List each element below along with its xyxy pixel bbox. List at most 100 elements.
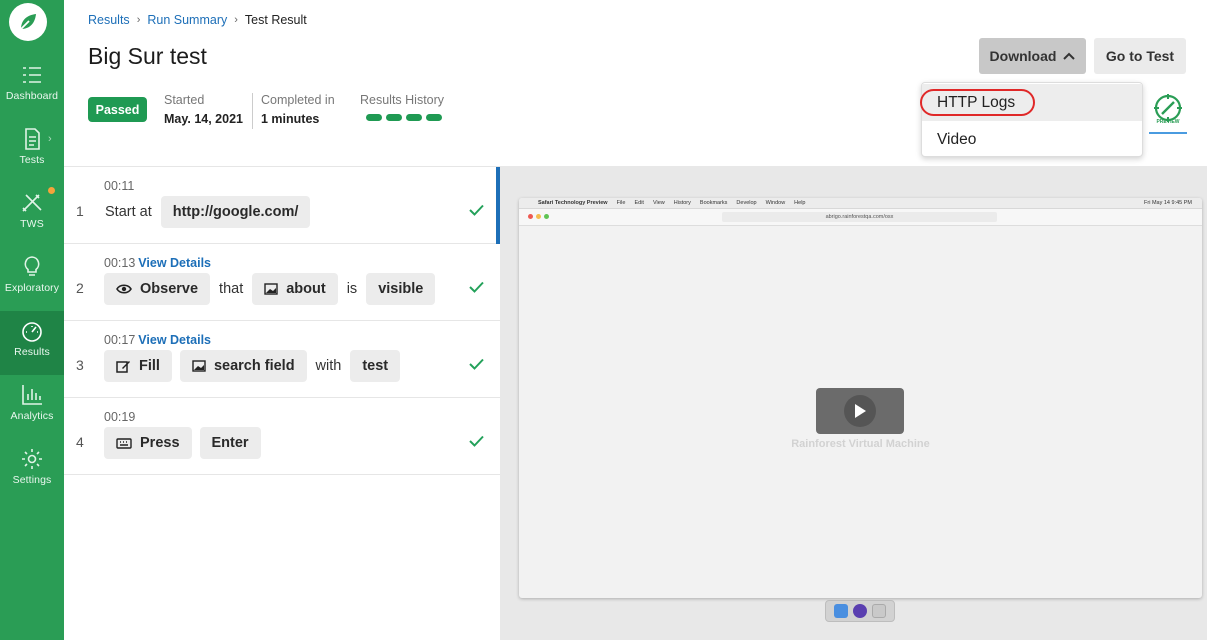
download-button[interactable]: Download xyxy=(979,38,1086,74)
started-value: May. 14, 2021 xyxy=(164,112,243,126)
step-timestamp: 00:19 xyxy=(104,410,136,424)
play-icon xyxy=(844,395,876,427)
download-label: Download xyxy=(989,48,1057,64)
step-chip[interactable]: http://google.com/ xyxy=(160,196,311,228)
breadcrumb-run-summary[interactable]: Run Summary xyxy=(147,13,227,27)
step-chip[interactable]: test xyxy=(350,350,401,382)
go-to-test-button[interactable]: Go to Test xyxy=(1094,38,1186,74)
history-run-dot[interactable] xyxy=(366,114,382,121)
started-label: Started xyxy=(164,93,205,107)
sidebar-item-analytics[interactable]: Analytics xyxy=(0,375,64,439)
sidebar-item-tests[interactable]: Tests xyxy=(0,119,64,183)
step-chip-label: about xyxy=(286,281,326,297)
sidebar-item-label: Exploratory xyxy=(4,282,60,294)
view-details-link[interactable]: View Details xyxy=(138,256,211,270)
step-chip-label: Fill xyxy=(139,358,160,374)
history-run-dot[interactable] xyxy=(386,114,402,121)
image-icon xyxy=(192,360,206,372)
document-icon xyxy=(25,128,40,150)
step-row[interactable]: 3 00:17 View Details Fill search field with te… xyxy=(64,321,500,398)
sidebar-item-label: Settings xyxy=(12,474,52,486)
mac-menu-item: History xyxy=(673,200,691,206)
edit-icon xyxy=(116,359,131,373)
menu-item-video[interactable]: Video xyxy=(922,121,1142,158)
step-chip[interactable]: visible xyxy=(366,273,436,305)
sidebar-item-label: Dashboard xyxy=(5,90,59,102)
mac-menu-item: Help xyxy=(794,200,806,206)
sidebar-item-exploratory[interactable]: Exploratory xyxy=(0,247,64,311)
divider xyxy=(252,93,253,129)
page-title: Big Sur test xyxy=(88,43,207,69)
gear-icon xyxy=(22,449,42,469)
completed-meta: Completed in 1 minutes xyxy=(261,93,335,126)
dashboard-icon xyxy=(23,67,41,83)
step-row[interactable]: 1 00:11 Start at http://google.com/ xyxy=(64,167,500,244)
step-chip-label: visible xyxy=(378,281,424,297)
step-timestamp: 00:11 xyxy=(104,179,135,193)
step-chip[interactable]: search field xyxy=(179,350,307,382)
chevron-right-icon[interactable]: › xyxy=(48,133,52,145)
finder-icon xyxy=(834,604,848,618)
results-history-label: Results History xyxy=(360,93,445,107)
step-chip[interactable]: Enter xyxy=(199,427,261,459)
view-details-link[interactable]: View Details xyxy=(138,333,211,347)
mac-menu-item: View xyxy=(652,200,665,206)
tws-icon xyxy=(22,194,42,212)
step-time: 00:13 View Details xyxy=(104,256,211,270)
step-chip[interactable]: about xyxy=(252,273,338,305)
sidebar-item-label: Analytics xyxy=(10,410,54,422)
bar-chart-icon xyxy=(22,385,42,405)
sidebar-item-label: TWS xyxy=(20,218,44,230)
completed-label: Completed in xyxy=(261,93,335,107)
gauge-icon xyxy=(22,322,42,342)
lightbulb-icon xyxy=(24,256,40,276)
step-row[interactable]: 2 00:13 View Details Observe that about is visi… xyxy=(64,244,500,321)
step-chip-label: Enter xyxy=(211,435,249,451)
app-root: Dashboard Tests › TWS Exploratory Result… xyxy=(0,0,1207,640)
safari-toolbar: abrigo.rainforestqa.com/osx xyxy=(519,209,1202,226)
sidebar-item-tws[interactable]: TWS xyxy=(0,183,64,247)
sidebar-item-dashboard[interactable]: Dashboard xyxy=(0,55,64,119)
step-action: Press Enter xyxy=(104,427,261,459)
image-icon xyxy=(264,283,278,295)
mac-menu-item: File xyxy=(616,200,626,206)
breadcrumb-results[interactable]: Results xyxy=(88,13,130,27)
step-chip[interactable]: Fill xyxy=(104,350,172,382)
sidebar: Dashboard Tests › TWS Exploratory Result… xyxy=(0,0,64,640)
mac-menubar: Safari Technology Preview File Edit View His… xyxy=(519,198,1202,209)
step-row[interactable]: 4 00:19 Press Enter xyxy=(64,398,500,475)
step-timestamp: 00:13 xyxy=(104,256,136,270)
check-icon xyxy=(469,357,484,374)
check-icon xyxy=(469,434,484,451)
step-timestamp: 00:17 xyxy=(104,333,136,347)
check-icon xyxy=(469,203,484,220)
step-action: Fill search field with test xyxy=(104,350,401,382)
notification-dot xyxy=(48,187,55,194)
svg-text:PREVIEW: PREVIEW xyxy=(1156,119,1179,125)
menu-item-http-logs[interactable]: HTTP Logs xyxy=(920,84,1142,121)
history-run-dot[interactable] xyxy=(426,114,442,121)
step-chip-label: Observe xyxy=(140,281,199,297)
history-run-dot[interactable] xyxy=(406,114,422,121)
breadcrumb-current: Test Result xyxy=(244,13,307,27)
chevron-up-icon xyxy=(1063,52,1076,60)
sidebar-item-settings[interactable]: Settings xyxy=(0,439,64,503)
mac-dock xyxy=(825,600,895,622)
step-time: 00:11 xyxy=(104,179,134,193)
step-chip[interactable]: Observe xyxy=(104,273,211,305)
sidebar-item-results[interactable]: Results xyxy=(0,311,64,375)
play-button[interactable] xyxy=(816,388,904,434)
trash-icon xyxy=(872,604,886,618)
rainforest-logo[interactable] xyxy=(9,3,47,41)
sidebar-item-label: Results xyxy=(14,346,50,358)
check-icon xyxy=(469,280,484,297)
step-word: Start at xyxy=(105,204,152,220)
step-time: 00:17 View Details xyxy=(104,333,211,347)
sidebar-item-label: Tests xyxy=(19,154,45,166)
step-number: 2 xyxy=(76,280,84,296)
step-chip[interactable]: Press xyxy=(104,427,192,459)
mac-menu-item: Safari Technology Preview xyxy=(538,200,608,206)
mac-clock: Fri May 14 9:45 PM xyxy=(1144,200,1192,206)
video-panel: Safari Technology Preview File Edit View His… xyxy=(500,166,1207,640)
mac-menu-item: Edit xyxy=(634,200,644,206)
